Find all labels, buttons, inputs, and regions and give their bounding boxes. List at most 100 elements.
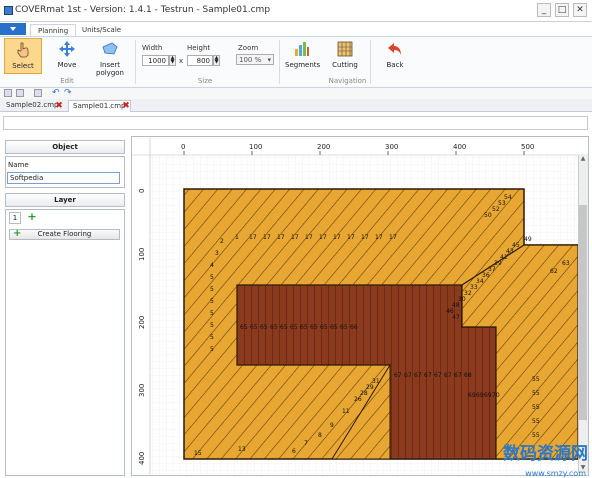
- minimize-button[interactable]: _: [537, 3, 551, 17]
- maximize-button[interactable]: □: [555, 3, 569, 17]
- layer-tab-1[interactable]: 1: [9, 212, 21, 224]
- piece-label: 65: [270, 324, 278, 331]
- piece-label: 50: [484, 212, 492, 219]
- width-label: Width: [142, 44, 163, 52]
- segments-button[interactable]: Segments: [285, 38, 321, 74]
- width-spinner[interactable]: ▲ ▼: [169, 55, 176, 66]
- scroll-up-icon[interactable]: ▲: [579, 155, 587, 163]
- piece-label: 65: [240, 324, 248, 331]
- piece-label: 5: [210, 298, 214, 305]
- back-button[interactable]: Back: [378, 38, 412, 74]
- back-label: Back: [386, 61, 404, 69]
- piece-label: 17: [389, 234, 397, 241]
- cutting-button[interactable]: Cutting: [328, 38, 362, 74]
- x-tick-label: 0: [181, 143, 185, 151]
- piece-label: 68: [464, 372, 472, 379]
- piece-label: 26: [354, 396, 362, 403]
- piece-label: 55: [532, 404, 540, 411]
- bar-segments-icon: [295, 42, 309, 56]
- drawing-canvas[interactable]: 0 100 200 300 400 500 0 100 200 300 400 1 17 17 17 17…: [131, 136, 589, 476]
- zoom-value: 100 %: [239, 56, 262, 64]
- piece-label: 52: [492, 206, 500, 213]
- piece-label: 17: [333, 234, 341, 241]
- piece-label: 9: [330, 422, 334, 429]
- info-bar: [3, 116, 588, 130]
- name-input[interactable]: Softpedia: [7, 172, 120, 184]
- polygon-icon: [102, 42, 118, 55]
- window-title: COVERmat 1st - Version: 1.4.1 - Testrun …: [15, 5, 271, 15]
- close-button[interactable]: ✕: [573, 3, 587, 17]
- chevron-down-icon: ▾: [267, 56, 271, 64]
- piece-label: 17: [375, 234, 383, 241]
- insert-polygon-button[interactable]: Insert polygon: [90, 38, 130, 78]
- piece-label: 62: [550, 268, 558, 275]
- piece-label: 17: [291, 234, 299, 241]
- piece-label: 65: [320, 324, 328, 331]
- piece-label: 67: [454, 372, 462, 379]
- piece-label: 63: [562, 260, 570, 267]
- piece-label: 5: [210, 310, 214, 317]
- piece-label: 67: [424, 372, 432, 379]
- piece-label: 2: [220, 238, 224, 245]
- height-spinner[interactable]: ▲ ▼: [213, 55, 220, 66]
- add-layer-icon[interactable]: +: [26, 211, 38, 224]
- piece-label: 65: [280, 324, 288, 331]
- cutting-label: Cutting: [332, 61, 358, 69]
- insert-polygon-label: Insert polygon: [96, 61, 124, 77]
- print-icon[interactable]: [34, 89, 42, 97]
- zoom-label: Zoom: [238, 44, 259, 52]
- times-sign: x: [179, 57, 184, 65]
- doc-tab-sample02[interactable]: Sample02.cmp: [2, 100, 63, 112]
- close-tab-icon[interactable]: ✖: [122, 102, 130, 111]
- x-tick-label: 400: [453, 143, 466, 151]
- floor-plan[interactable]: 0 100 200 300 400 500 0100200300400 1 17 17 17 17…: [132, 137, 589, 476]
- edit-group-label: Edit: [60, 77, 74, 85]
- size-group-label: Size: [197, 77, 213, 85]
- height-input[interactable]: 800: [187, 55, 213, 66]
- piece-label: 5: [210, 286, 214, 293]
- y-tick-label: 400: [138, 452, 146, 465]
- name-label: Name: [8, 161, 29, 169]
- piece-label: 65: [250, 324, 258, 331]
- piece-label: 8: [318, 432, 322, 439]
- move-label: Move: [57, 61, 77, 69]
- watermark-url: www.smzy.com: [525, 469, 586, 478]
- piece-label: 47: [452, 314, 460, 321]
- piece-label: 1: [235, 234, 239, 241]
- move-arrows-icon: [59, 41, 75, 57]
- close-tab-icon[interactable]: ✖: [55, 102, 63, 111]
- piece-label: 66: [350, 324, 358, 331]
- piece-label: 49: [524, 236, 532, 243]
- redo-icon[interactable]: ↷: [64, 88, 72, 98]
- save-icon[interactable]: [16, 89, 24, 97]
- undo-icon[interactable]: ↶: [52, 88, 60, 98]
- piece-label: 69: [476, 392, 484, 399]
- file-menu-button[interactable]: [0, 23, 26, 35]
- piece-label: 69: [468, 392, 476, 399]
- plus-icon: +: [13, 228, 22, 239]
- select-button[interactable]: Select: [4, 38, 42, 74]
- watermark: 数码资源网: [503, 444, 588, 464]
- piece-label: 5: [210, 346, 214, 353]
- y-tick-label: 100: [138, 248, 146, 261]
- piece-label: 17: [361, 234, 369, 241]
- move-button[interactable]: Move: [50, 38, 84, 74]
- y-tick-label: 0: [138, 189, 146, 193]
- piece-label: 70: [492, 392, 500, 399]
- scroll-thumb[interactable]: [579, 205, 587, 420]
- new-icon[interactable]: [4, 89, 12, 97]
- width-input[interactable]: 1000: [142, 55, 169, 66]
- piece-label: 65: [300, 324, 308, 331]
- create-flooring-button[interactable]: Create Flooring: [9, 229, 120, 240]
- piece-label: 67: [394, 372, 402, 379]
- piece-label: 5: [210, 334, 214, 341]
- piece-label: 65: [260, 324, 268, 331]
- segments-label: Segments: [285, 61, 321, 69]
- app-icon: [4, 6, 13, 15]
- piece-label: 17: [319, 234, 327, 241]
- piece-label: 65: [310, 324, 318, 331]
- height-label: Height: [187, 44, 211, 52]
- zoom-select[interactable]: 100 % ▾: [236, 54, 274, 65]
- y-tick-label: 300: [138, 384, 146, 397]
- piece-label: 65: [340, 324, 348, 331]
